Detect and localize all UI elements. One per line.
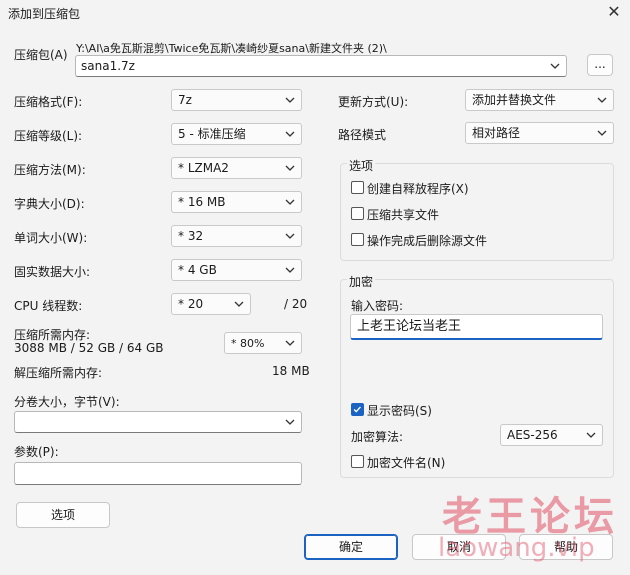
level-value: 5 - 标准压缩	[178, 127, 246, 141]
mem-comp-detail: 3088 MB / 52 GB / 64 GB	[14, 341, 164, 355]
word-value: * 32	[178, 229, 204, 243]
mem-percent-select[interactable]: * 80%	[224, 332, 302, 354]
pathmode-select[interactable]: 相对路径	[465, 122, 614, 144]
solid-value: * 4 GB	[178, 263, 217, 277]
word-select[interactable]: * 32	[171, 225, 302, 247]
split-label: 分卷大小，字节(V):	[14, 395, 120, 409]
archive-name-input[interactable]: sana1.7z	[75, 55, 567, 77]
encrypt-names-checkbox[interactable]	[351, 455, 364, 468]
enc-method-select[interactable]: AES-256	[500, 424, 603, 446]
shared-label: 压缩共享文件	[367, 208, 440, 222]
chevron-down-icon	[234, 301, 244, 307]
archive-name-value: sana1.7z	[81, 59, 135, 73]
password-input[interactable]: 上老王论坛当老王	[350, 314, 603, 340]
chevron-down-icon	[586, 432, 596, 438]
chevron-down-icon	[597, 130, 607, 136]
dict-value: * 16 MB	[178, 195, 226, 209]
level-select[interactable]: 5 - 标准压缩	[171, 123, 302, 145]
mem-decomp-value: 18 MB	[272, 364, 310, 378]
sfx-checkbox[interactable]	[351, 181, 364, 194]
password-label: 输入密码:	[351, 299, 404, 313]
show-password-checkbox[interactable]	[351, 403, 364, 416]
params-input[interactable]	[14, 462, 302, 485]
delete-checkbox[interactable]	[351, 233, 364, 246]
update-value: 添加并替换文件	[472, 93, 557, 107]
format-label: 压缩格式(F):	[14, 95, 83, 109]
chevron-down-icon	[550, 63, 560, 69]
solid-label: 固实数据大小:	[14, 265, 91, 279]
chevron-down-icon	[285, 419, 295, 425]
show-password-label: 显示密码(S)	[367, 404, 432, 418]
enc-method-value: AES-256	[507, 428, 558, 442]
chevron-down-icon	[285, 97, 295, 103]
method-label: 压缩方法(M):	[14, 163, 86, 177]
solid-select[interactable]: * 4 GB	[171, 259, 302, 281]
sfx-label: 创建自释放程序(X)	[367, 182, 469, 196]
params-label: 参数(P):	[14, 445, 59, 459]
delete-label: 操作完成后删除源文件	[367, 234, 488, 248]
chevron-down-icon	[285, 165, 295, 171]
method-value: * LZMA2	[178, 161, 229, 175]
mem-decomp-label: 解压缩所需内存:	[14, 366, 103, 380]
ok-button[interactable]: 确定	[304, 534, 398, 560]
chevron-down-icon	[285, 267, 295, 273]
threads-label: CPU 线程数:	[14, 299, 83, 313]
split-size-input[interactable]	[14, 411, 302, 433]
options-group-title: 选项	[347, 157, 376, 174]
archive-label: 压缩包(A)	[14, 48, 68, 62]
chevron-down-icon	[285, 340, 295, 346]
word-label: 单词大小(W):	[14, 231, 88, 245]
encrypt-names-label: 加密文件名(N)	[367, 456, 446, 470]
update-label: 更新方式(U):	[338, 95, 409, 109]
password-value: 上老王论坛当老王	[357, 319, 462, 334]
window-title: 添加到压缩包	[8, 7, 81, 21]
chevron-down-icon	[285, 199, 295, 205]
threads-select[interactable]: * 20	[171, 293, 251, 315]
pathmode-label: 路径模式	[338, 128, 387, 142]
archive-path: Y:\AI\a免瓦斯混剪\Twice免瓦斯\凑崎纱夏sana\新建文件夹 (2)…	[76, 42, 387, 55]
method-select[interactable]: * LZMA2	[171, 157, 302, 179]
browse-button[interactable]: ...	[587, 54, 613, 76]
chevron-down-icon	[285, 131, 295, 137]
mem-percent-value: * 80%	[231, 337, 265, 350]
threads-total: / 20	[284, 297, 308, 311]
chevron-down-icon	[285, 233, 295, 239]
dict-select[interactable]: * 16 MB	[171, 191, 302, 213]
pathmode-value: 相对路径	[472, 126, 521, 140]
encryption-group-title: 加密	[347, 273, 376, 290]
shared-checkbox[interactable]	[351, 207, 364, 220]
update-select[interactable]: 添加并替换文件	[465, 89, 614, 111]
watermark-url: laowang.vip	[438, 533, 595, 563]
format-select[interactable]: 7z	[171, 89, 302, 111]
format-value: 7z	[178, 93, 192, 107]
check-icon	[353, 406, 361, 413]
title-bar	[0, 0, 630, 26]
dict-label: 字典大小(D):	[14, 197, 85, 211]
chevron-down-icon	[597, 97, 607, 103]
enc-method-label: 加密算法:	[351, 430, 404, 444]
close-icon[interactable]: ✕	[604, 2, 624, 22]
options-button[interactable]: 选项	[16, 502, 110, 528]
level-label: 压缩等级(L):	[14, 129, 83, 143]
threads-value: * 20	[178, 297, 204, 311]
